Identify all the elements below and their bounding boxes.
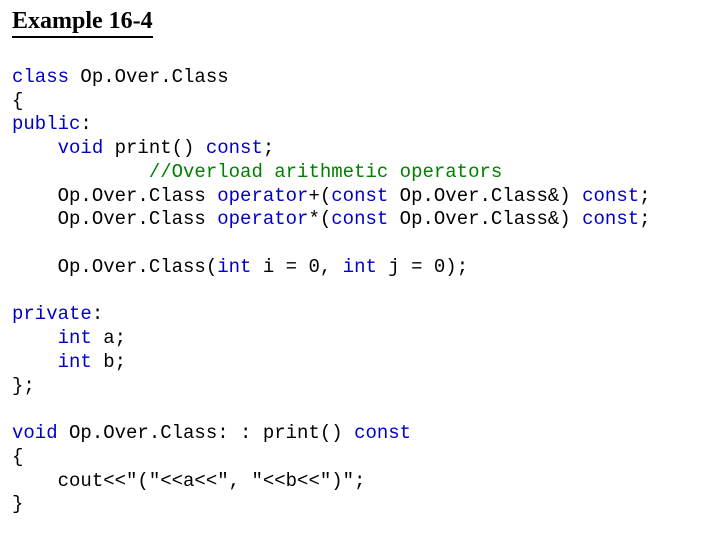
txt: ; — [263, 137, 274, 159]
txt: b; — [92, 351, 126, 373]
kw-operator: operator — [217, 208, 308, 230]
brace-close: }; — [12, 375, 35, 397]
kw-operator: operator — [217, 185, 308, 207]
txt: cout<<"("<<a<<", "<<b<<")"; — [12, 470, 365, 492]
kw-void: void — [12, 422, 58, 444]
example-title: Example 16-4 — [12, 8, 153, 38]
kw-int: int — [217, 256, 251, 278]
kw-void: void — [12, 137, 103, 159]
kw-class: class — [12, 66, 69, 88]
kw-const: const — [206, 137, 263, 159]
kw-public: public — [12, 113, 80, 135]
txt: Op.Over.Class — [12, 185, 217, 207]
kw-const: const — [582, 208, 639, 230]
txt: a; — [92, 327, 126, 349]
kw-const: const — [354, 422, 411, 444]
txt: : — [80, 113, 91, 135]
brace-open: { — [12, 446, 23, 468]
txt: Op.Over.Class( — [12, 256, 217, 278]
txt: Op.Over.Class: : print() — [58, 422, 354, 444]
brace-open: { — [12, 90, 23, 112]
kw-int: int — [12, 327, 92, 349]
kw-const: const — [331, 185, 388, 207]
kw-const: const — [331, 208, 388, 230]
txt: Op.Over.Class&) — [388, 185, 582, 207]
txt: *( — [308, 208, 331, 230]
kw-int: int — [343, 256, 377, 278]
txt: : — [92, 303, 103, 325]
txt: Op.Over.Class&) — [388, 208, 582, 230]
txt: Op.Over.Class — [12, 208, 217, 230]
code-block: class Op.Over.Class { public: void print… — [12, 42, 708, 517]
kw-const: const — [582, 185, 639, 207]
txt: ; — [639, 208, 650, 230]
brace-close: } — [12, 493, 23, 515]
txt: print() — [103, 137, 206, 159]
txt: j = 0); — [377, 256, 468, 278]
txt: +( — [308, 185, 331, 207]
kw-int: int — [12, 351, 92, 373]
kw-private: private — [12, 303, 92, 325]
txt: Op.Over.Class — [69, 66, 229, 88]
comment: //Overload arithmetic operators — [12, 161, 502, 183]
txt: ; — [639, 185, 650, 207]
txt: i = 0, — [251, 256, 342, 278]
